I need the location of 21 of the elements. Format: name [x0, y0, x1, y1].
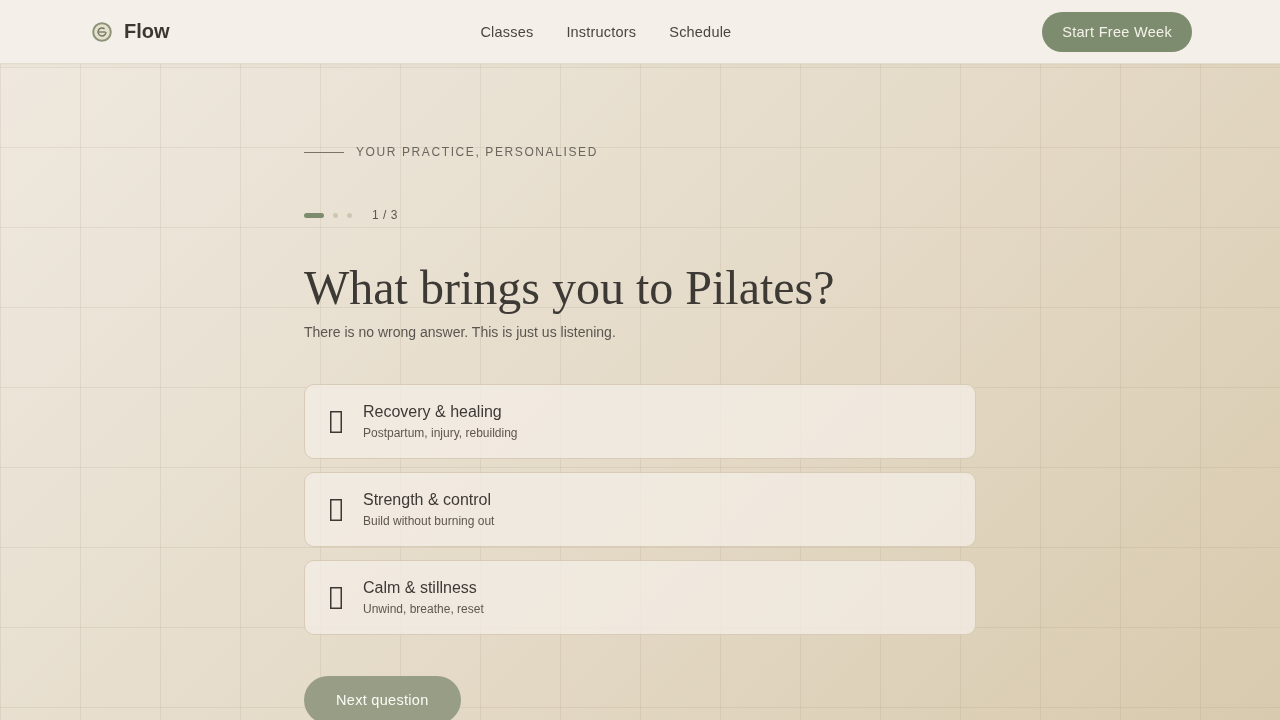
nav-link[interactable]: Instructors [566, 23, 637, 40]
answer-option-card[interactable]: Strength & control Build without burning out [304, 472, 976, 547]
rectangle-outline-icon [330, 586, 342, 609]
step-counter: 1 / 3 [372, 208, 398, 222]
logo-icon [92, 21, 112, 42]
nav-link[interactable]: Classes [480, 23, 534, 40]
question-title: What brings you to Pilates? [304, 262, 835, 314]
option-description: Unwind, breathe, reset [363, 601, 484, 617]
nav-link[interactable]: Schedule [669, 23, 732, 40]
option-title: Recovery & healing [363, 402, 503, 422]
answer-option-card[interactable]: Calm & stillness Unwind, breathe, reset [304, 560, 976, 635]
rectangle-outline-icon [330, 410, 342, 433]
answer-option-card[interactable]: Recovery & healing Postpartum, injury, rebuilding [304, 384, 976, 459]
option-description: Build without burning out [363, 513, 495, 529]
option-description: Postpartum, injury, rebuilding [363, 425, 518, 441]
eyebrow-label: YOUR PRACTICE, PERSONALISED [356, 145, 598, 159]
option-title: Strength & control [363, 490, 493, 510]
brand-name[interactable]: Flow [124, 20, 170, 43]
question-subtitle: There is no wrong answer. This is just us listening. [304, 323, 616, 342]
option-title: Calm & stillness [363, 578, 478, 598]
rectangle-outline-icon [330, 498, 342, 521]
